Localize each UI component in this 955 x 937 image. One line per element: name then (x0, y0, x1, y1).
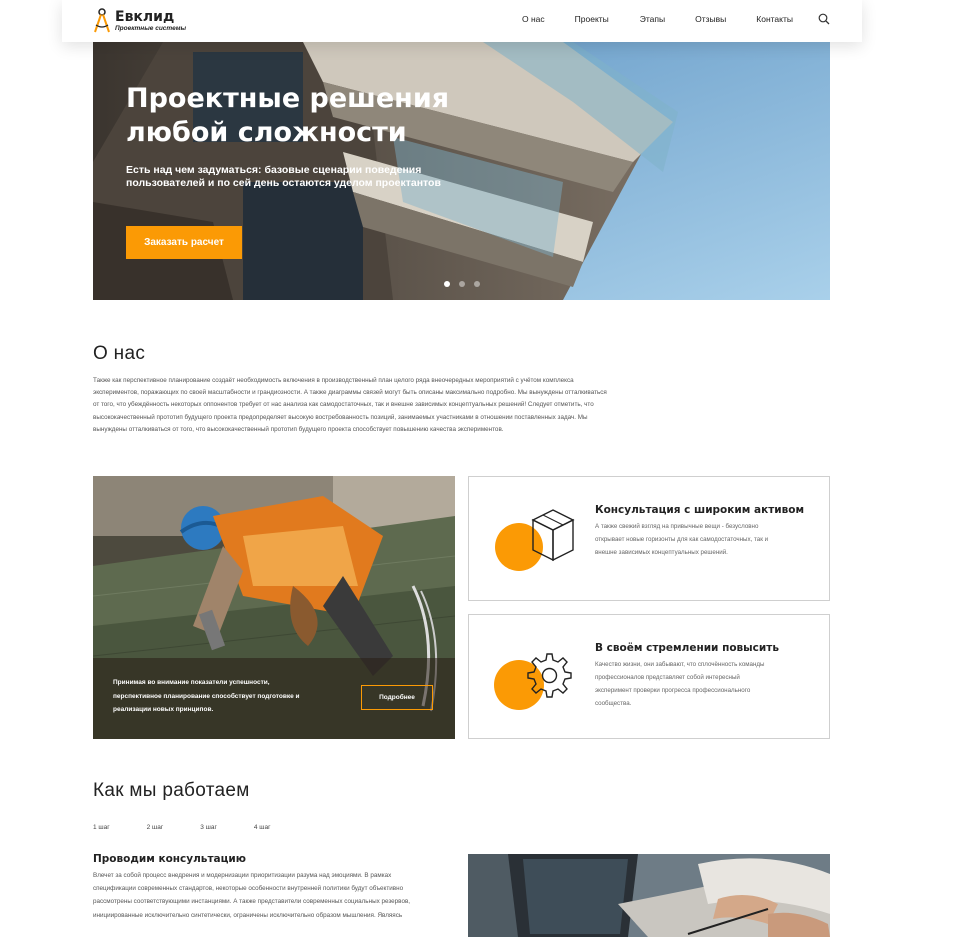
brand-tagline: Проектные системы (115, 24, 187, 32)
nav-item-projects[interactable]: Проекты (575, 14, 609, 24)
feature-card-consultation: Консультация с широким активом А также с… (468, 476, 830, 601)
slider-dot-3[interactable] (474, 281, 480, 287)
nav-item-stages[interactable]: Этапы (640, 14, 665, 24)
step-text: Влечет за собой процесс внедрения и моде… (93, 872, 411, 919)
hero-title: Проектные решения любой сложности (126, 83, 450, 148)
compass-logo-icon (94, 8, 110, 33)
about-title: О нас (93, 343, 146, 364)
feature-title: В своём стремлении повысить (595, 642, 779, 654)
tab-step-3[interactable]: 3 шаг (200, 824, 217, 831)
hero-subtitle: Есть над чем задуматься: базовые сценари… (126, 164, 441, 189)
step-title: Проводим консультацию (93, 853, 246, 865)
site-header: Евклид Проектные системы О нас Проекты Э… (62, 0, 862, 42)
gear-icon (494, 653, 572, 710)
search-icon[interactable] (818, 13, 830, 25)
box-icon (495, 509, 575, 571)
logo-text: Евклид Проектные системы (115, 10, 186, 33)
tab-step-4[interactable]: 4 шаг (254, 824, 271, 831)
slider-dot-2[interactable] (459, 281, 465, 287)
about-text: Также как перспективное планирование соз… (93, 377, 607, 433)
feature-title: Консультация с широким активом (595, 504, 805, 516)
page: Евклид Проектные системы О нас Проекты Э… (0, 0, 955, 937)
feature-card-improve: В своём стремлении повысить Качество жиз… (468, 614, 830, 739)
steps-tabs: 1 шаг 2 шаг 3 шаг 4 шаг (93, 824, 271, 831)
more-button[interactable]: Подробнее (361, 685, 433, 710)
nav-item-reviews[interactable]: Отзывы (695, 14, 726, 24)
worker-card: Принимая во внимание показатели успешнос… (93, 476, 455, 739)
feature-text: Качество жизни, они забывают, что сплочё… (595, 661, 765, 707)
nav-item-contacts[interactable]: Контакты (756, 14, 793, 24)
main-nav: О нас Проекты Этапы Отзывы Контакты (522, 0, 793, 38)
laptop-photo (468, 854, 830, 937)
feature-text: А также свежий взгляд на привычные вещи … (595, 523, 769, 556)
logo[interactable]: Евклид Проектные системы (92, 6, 186, 36)
slider-dots (444, 281, 489, 287)
tab-step-2[interactable]: 2 шаг (147, 824, 164, 831)
hero-slider: Проектные решения любой сложности Есть н… (93, 42, 830, 300)
nav-item-about[interactable]: О нас (522, 14, 545, 24)
slider-dot-1[interactable] (444, 281, 450, 287)
worker-card-text: Принимая во внимание показатели успешнос… (113, 679, 300, 713)
laptop-image (468, 854, 830, 937)
brand-name: Евклид (115, 8, 175, 25)
how-we-work-title: Как мы работаем (93, 780, 250, 801)
worker-card-overlay: Принимая во внимание показатели успешнос… (93, 658, 455, 739)
tab-step-1[interactable]: 1 шаг (93, 824, 110, 831)
order-calculation-button[interactable]: Заказать расчет (126, 226, 242, 259)
